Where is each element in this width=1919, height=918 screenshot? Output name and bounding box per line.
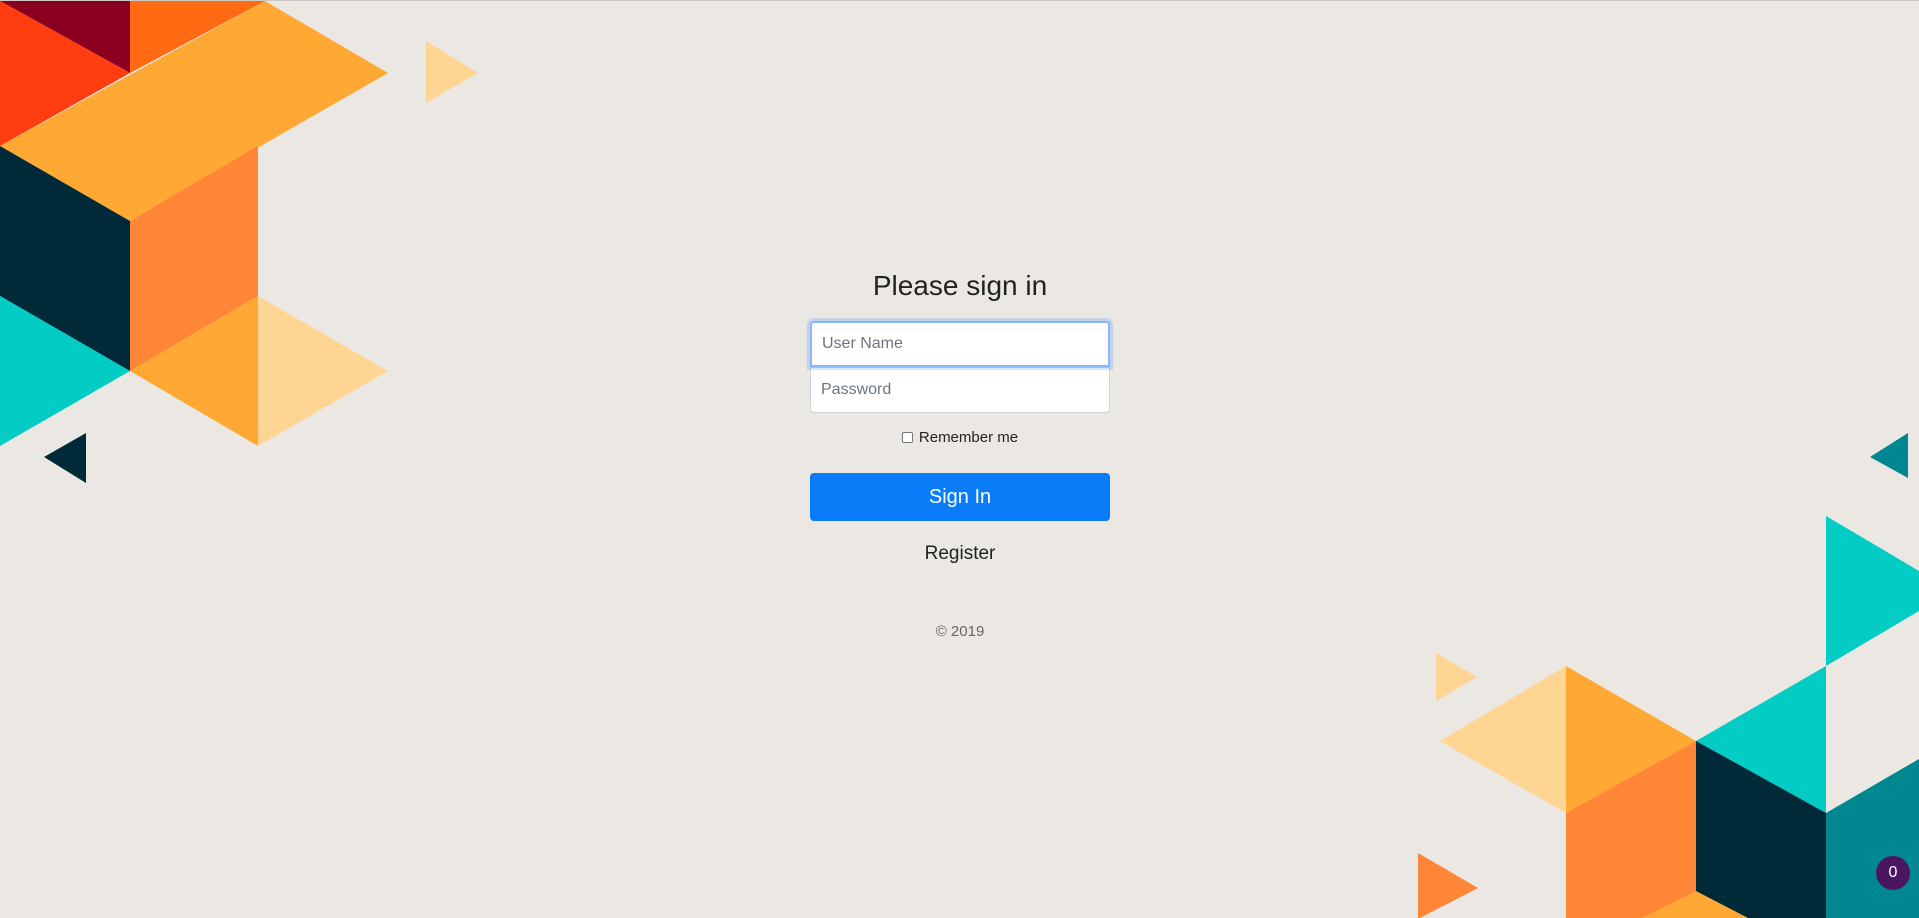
bg-shape [1418,853,1478,918]
register-link[interactable]: Register [810,543,1110,565]
login-page: Please sign in Remember me Sign In Regis… [0,0,1919,918]
copyright-text: © 2019 [935,623,985,640]
bg-shape [1826,516,1919,666]
signin-form: Please sign in Remember me Sign In Regis… [810,265,1110,640]
sign-in-button[interactable]: Sign In [810,473,1110,521]
bg-shape [1870,433,1908,478]
bg-shape [1826,759,1919,918]
bg-shape [1440,666,1566,813]
bg-shape [426,41,478,103]
bg-shape [258,296,388,446]
username-input[interactable] [810,321,1110,367]
bg-shape [44,433,86,483]
bg-shape [1436,653,1477,701]
password-input[interactable] [810,367,1110,413]
notification-badge[interactable]: 0 [1876,856,1910,890]
page-title: Please sign in [872,270,1048,301]
remember-me-checkbox[interactable] [901,431,913,443]
remember-me-label: Remember me [918,428,1019,446]
remember-me-row[interactable]: Remember me [810,427,1110,447]
